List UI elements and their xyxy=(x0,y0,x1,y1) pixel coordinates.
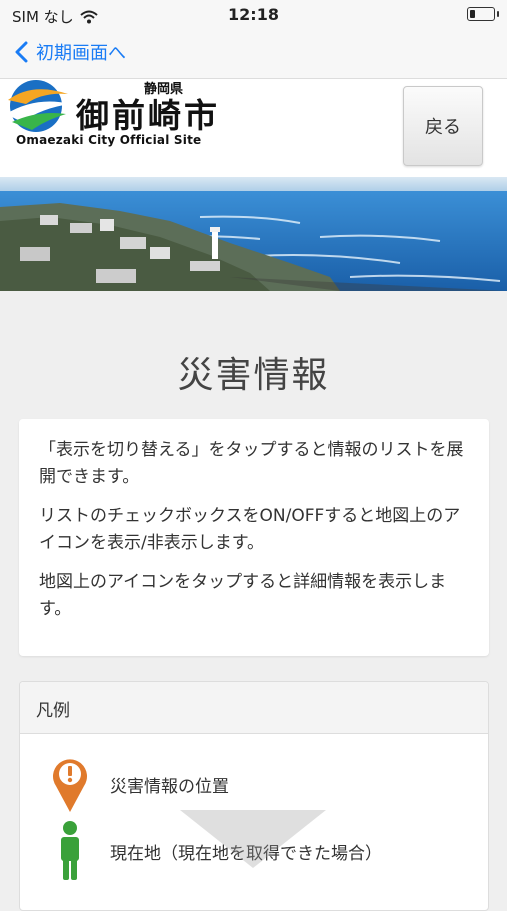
green-person-icon xyxy=(61,821,79,880)
legend-panel: 凡例 災害情報の位置 現在地（現在地を取得できた場合） xyxy=(19,681,489,911)
chevron-left-icon xyxy=(15,41,28,63)
instruction-paragraph: 地図上のアイコンをタップすると詳細情報を表示します。 xyxy=(39,572,447,619)
navigation-bar: 初期画面へ xyxy=(0,30,507,79)
page-title: 災害情報 xyxy=(177,355,330,396)
nav-back-button[interactable]: 初期画面へ xyxy=(14,39,126,65)
instruction-paragraph: リストのチェックボックスをON/OFFすると地図上のアイコンを表示/非表示します… xyxy=(39,506,461,553)
legend-label: 災害情報の位置 xyxy=(110,776,229,797)
orange-exclamation-pin-icon xyxy=(53,759,87,812)
logo-city-name: 御前崎市 xyxy=(76,96,220,135)
back-button[interactable]: 戻る xyxy=(403,86,483,166)
instruction-paragraph: 「表示を切り替える」をタップすると情報のリストを展開できます。 xyxy=(39,440,464,487)
site-header: 静岡県 御前崎市 Omaezaki City Official Site 戻る xyxy=(0,79,507,177)
wave-emblem-icon xyxy=(6,80,70,132)
logo-subtitle: Omaezaki City Official Site xyxy=(16,133,202,147)
coastline-banner-image xyxy=(0,177,507,291)
legend-item-disaster-location: 災害情報の位置 xyxy=(20,754,229,814)
nav-back-label: 初期画面へ xyxy=(36,43,126,64)
status-bar: SIM なし 12:18 xyxy=(0,0,507,30)
instructions-card: 「表示を切り替える」をタップすると情報のリストを展開できます。 リストのチェック… xyxy=(19,419,489,656)
status-time: 12:18 xyxy=(228,5,279,24)
battery-icon xyxy=(467,7,499,21)
city-logo[interactable]: 静岡県 御前崎市 Omaezaki City Official Site xyxy=(2,79,232,154)
legend-heading: 凡例 xyxy=(20,682,488,734)
scroll-down-arrow-icon[interactable] xyxy=(178,808,328,870)
